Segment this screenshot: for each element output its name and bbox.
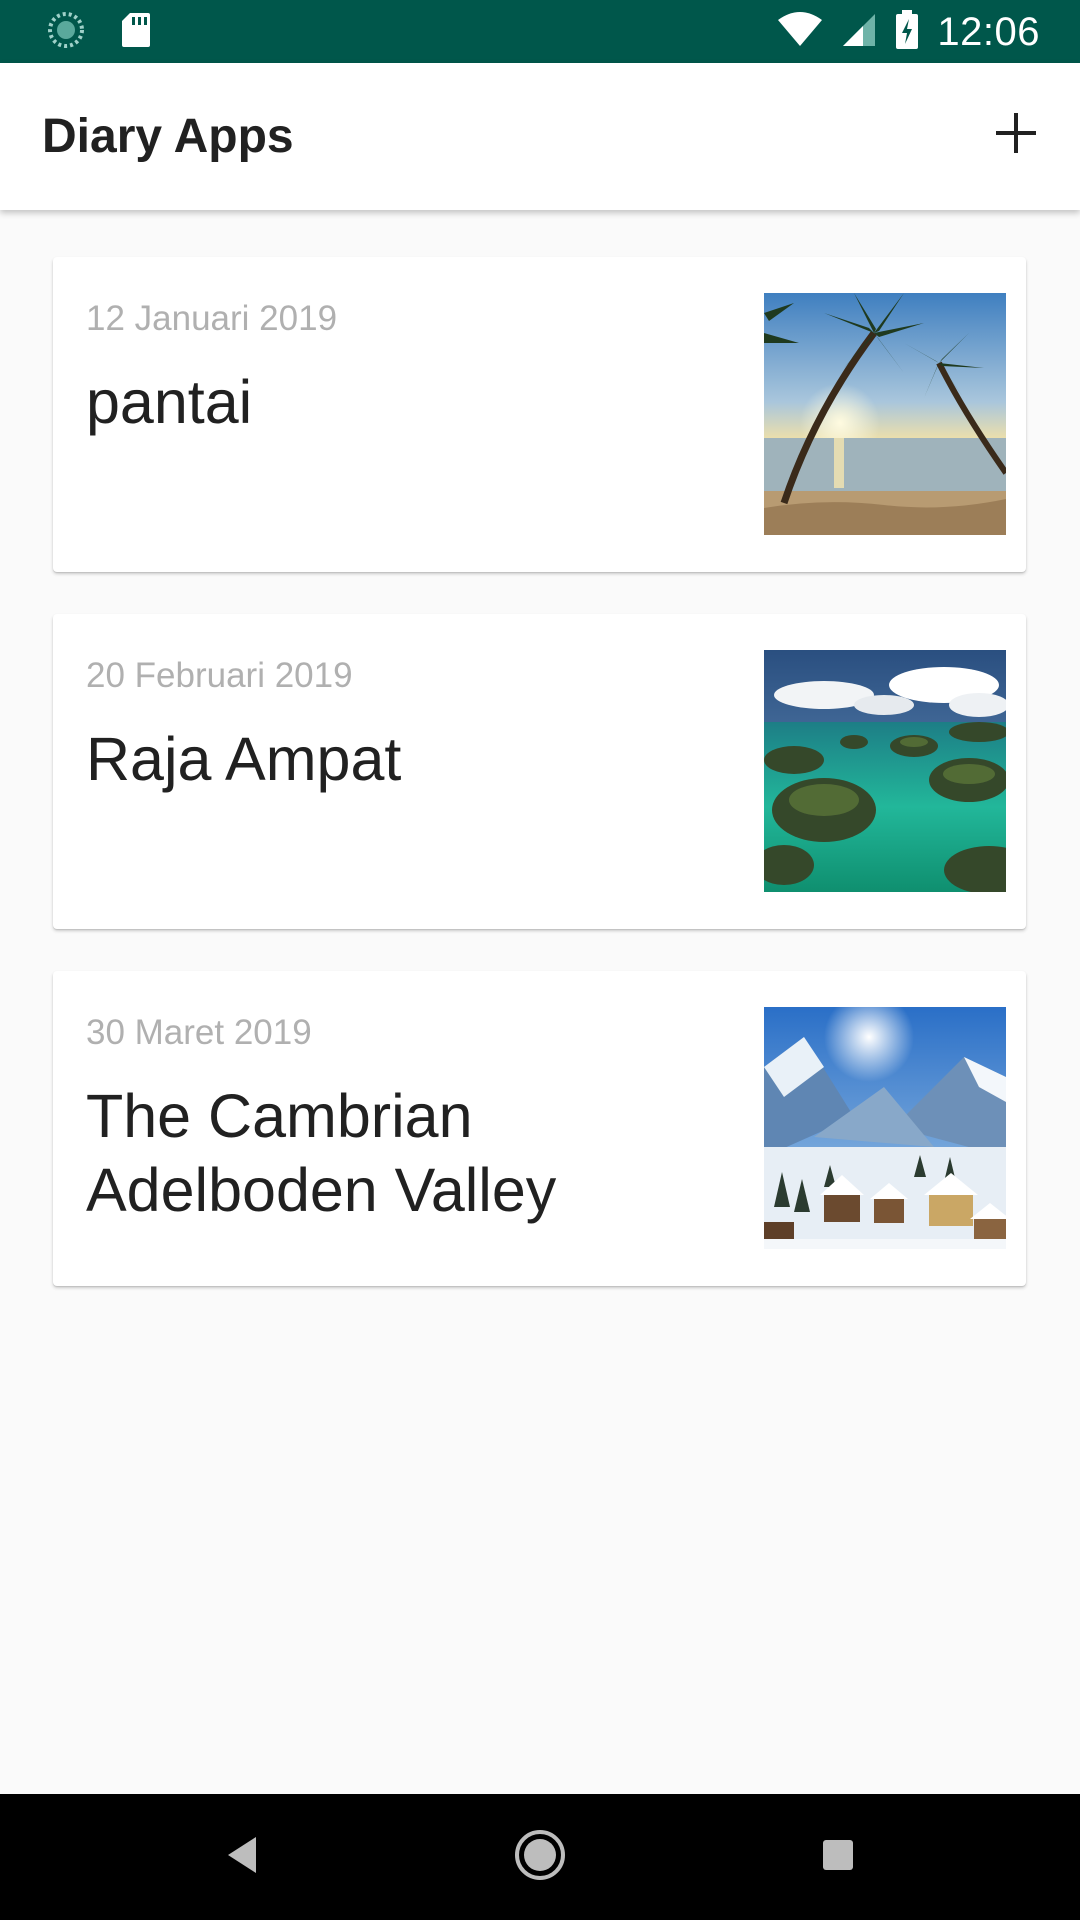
back-icon bbox=[224, 1835, 260, 1880]
app-title: Diary Apps bbox=[42, 110, 294, 163]
recents-icon bbox=[820, 1837, 856, 1878]
back-button[interactable] bbox=[212, 1827, 272, 1887]
entry-date: 30 Maret 2019 bbox=[86, 1013, 312, 1052]
wifi-icon bbox=[777, 11, 823, 53]
entry-date: 20 Februari 2019 bbox=[86, 656, 353, 695]
beach-sunset-image bbox=[764, 293, 1006, 535]
diary-entry-card[interactable]: 12 Januari 2019 pantai bbox=[53, 257, 1026, 572]
home-button[interactable] bbox=[510, 1827, 570, 1887]
battery-charging-icon bbox=[895, 9, 919, 55]
add-icon bbox=[994, 111, 1038, 160]
app-bar: Diary Apps bbox=[0, 63, 1080, 210]
sd-card-icon bbox=[120, 11, 152, 54]
status-bar: 12:06 bbox=[0, 0, 1080, 63]
home-icon bbox=[514, 1829, 566, 1886]
diary-entry-card[interactable]: 30 Maret 2019 The Cambrian Adelboden Val… bbox=[53, 971, 1026, 1286]
diary-entry-card[interactable]: 20 Februari 2019 Raja Ampat bbox=[53, 614, 1026, 929]
entry-date: 12 Januari 2019 bbox=[86, 299, 338, 338]
snowy-mountain-village-image bbox=[764, 1007, 1006, 1249]
entry-title: Raja Ampat bbox=[86, 725, 402, 793]
loading-icon bbox=[46, 10, 86, 55]
cellular-signal-icon bbox=[841, 12, 877, 53]
tropical-islands-image bbox=[764, 650, 1006, 892]
entry-title: pantai bbox=[86, 368, 253, 436]
navigation-bar bbox=[0, 1794, 1080, 1920]
recents-button[interactable] bbox=[808, 1827, 868, 1887]
entry-title: The Cambrian Adelboden Valley bbox=[86, 1082, 557, 1224]
add-entry-button[interactable] bbox=[980, 99, 1052, 171]
status-time: 12:06 bbox=[937, 9, 1040, 54]
